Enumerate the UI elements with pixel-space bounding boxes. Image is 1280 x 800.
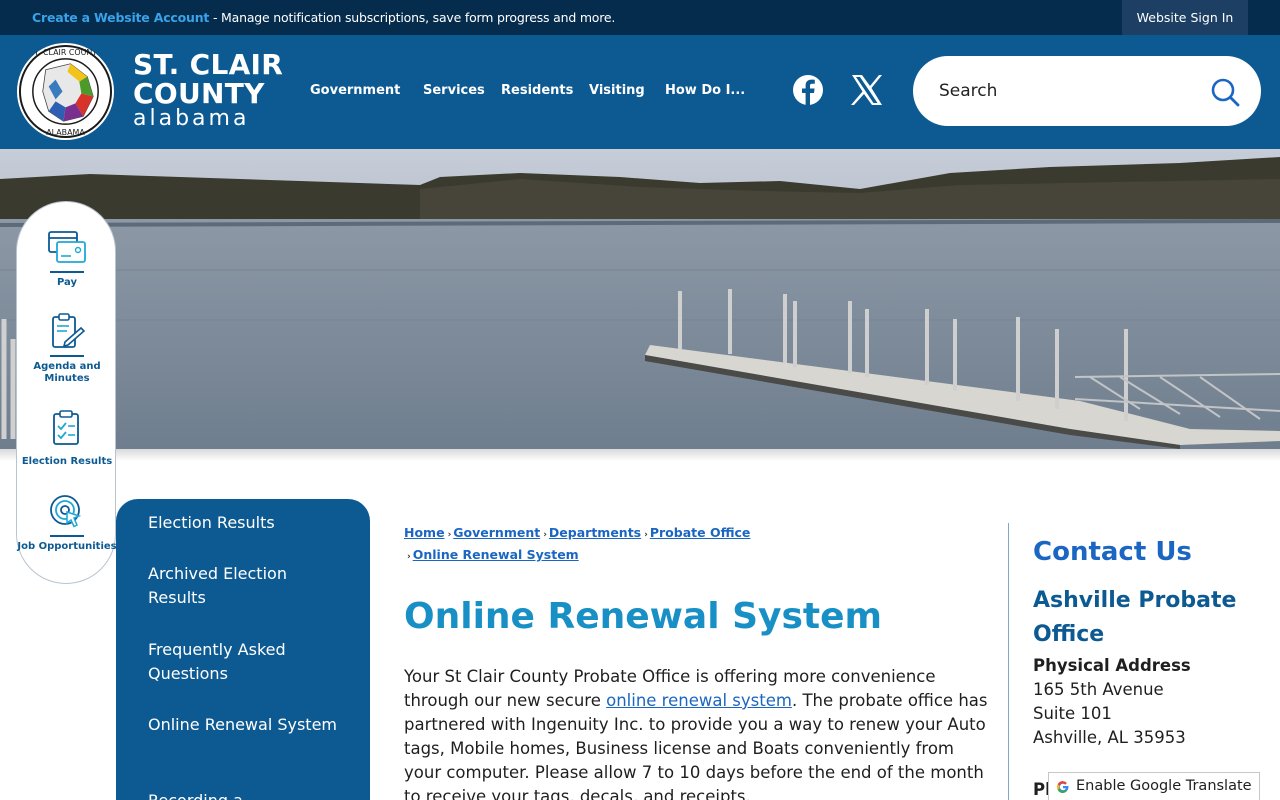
side-menu: Election Results Archived Election Resul…: [116, 499, 370, 800]
account-message: Create a Website Account - Manage notifi…: [32, 10, 615, 25]
facebook-icon[interactable]: [791, 73, 825, 107]
election-clipboard-icon: [53, 410, 79, 445]
x-twitter-icon[interactable]: [849, 73, 883, 107]
breadcrumb-separator: ›: [543, 530, 547, 540]
address-line-2: Suite 101: [1033, 704, 1112, 723]
quick-link-agenda-label: Agenda and Minutes: [33, 361, 101, 384]
nav-how-do-i[interactable]: How Do I...: [665, 83, 745, 98]
office-name: Ashville Probate Office: [1033, 588, 1237, 647]
create-account-link[interactable]: Create a Website Account: [32, 10, 209, 25]
online-renewal-link[interactable]: online renewal system: [606, 691, 792, 710]
quick-link-underline: [50, 355, 84, 357]
breadcrumb-separator: ›: [447, 530, 452, 540]
quick-links-panel: Pay Agenda and Minutes Election Results: [16, 201, 117, 584]
quick-link-job-opportunities[interactable]: Job Opportunities: [17, 492, 117, 553]
svg-text:ALABAMA: ALABAMA: [46, 128, 85, 137]
quick-link-underline: [50, 271, 84, 273]
nav-services[interactable]: Services: [423, 83, 485, 98]
logo-line-3: alabama: [133, 106, 250, 131]
contact-us-heading: Contact Us: [1033, 537, 1192, 567]
breadcrumb-departments[interactable]: Departments: [549, 525, 641, 540]
hero-shadow: [0, 449, 1280, 461]
google-icon: [1054, 778, 1072, 796]
logo-line-1: ST. CLAIR: [133, 48, 284, 81]
search-icon[interactable]: [1209, 76, 1241, 108]
address-line-1: 165 5th Avenue: [1033, 680, 1164, 699]
quick-link-pay[interactable]: Pay: [17, 228, 117, 289]
website-sign-in-button[interactable]: Website Sign In: [1122, 0, 1248, 35]
account-message-text: - Manage notification subscriptions, sav…: [209, 10, 616, 25]
agenda-clipboard-icon: [52, 313, 86, 348]
quick-link-election-label: Election Results: [21, 456, 113, 467]
side-menu-item-archived-election-results[interactable]: Archived Election Results: [148, 562, 348, 610]
side-menu-item-recording[interactable]: Recording a: [148, 789, 348, 800]
quick-link-underline: [50, 535, 84, 537]
payment-card-icon: [48, 231, 86, 263]
county-logo-text[interactable]: ST. CLAIR COUNTY alabama: [133, 48, 284, 131]
logo-line-2: COUNTY: [133, 77, 265, 110]
breadcrumb-probate-office[interactable]: Probate Office: [650, 525, 751, 540]
nav-residents[interactable]: Residents: [501, 83, 573, 98]
target-cursor-icon: [50, 495, 82, 528]
top-bar: Create a Website Account - Manage notifi…: [0, 0, 1280, 35]
quick-link-pay-label: Pay: [56, 277, 78, 288]
quick-link-agenda[interactable]: Agenda and Minutes: [17, 312, 117, 385]
breadcrumb-home[interactable]: Home: [404, 525, 445, 540]
side-menu-item-faq[interactable]: Frequently Asked Questions: [148, 638, 348, 686]
google-translate-button[interactable]: Enable Google Translate: [1048, 772, 1260, 800]
breadcrumb-separator: ›: [644, 530, 648, 540]
address-label: Physical Address: [1033, 656, 1191, 675]
nav-visiting[interactable]: Visiting: [589, 83, 645, 98]
hero-lake-image: [0, 149, 1280, 449]
nav-government[interactable]: Government: [310, 83, 400, 98]
side-menu-item-online-renewal[interactable]: Online Renewal System: [148, 713, 348, 737]
side-menu-item-election-results[interactable]: Election Results: [148, 511, 348, 535]
page-title: Online Renewal System: [404, 596, 883, 637]
quick-link-election-results[interactable]: Election Results: [17, 408, 117, 468]
breadcrumb-separator: ›: [407, 552, 411, 562]
breadcrumb: Home › Government › Departments › Probate Offi…: [404, 523, 750, 567]
county-seal-icon[interactable]: ST. CLAIR COUNTY ALABAMA: [16, 42, 115, 141]
search-bar: [913, 56, 1261, 126]
column-divider: [1008, 523, 1009, 800]
quick-link-jobs-label: Job Opportunities: [17, 541, 117, 552]
search-input[interactable]: [939, 78, 1199, 104]
site-header: ST. CLAIR COUNTY ALABAMA ST. CLAIR COUNT…: [0, 35, 1280, 149]
breadcrumb-government[interactable]: Government: [453, 525, 540, 540]
google-translate-label: Enable Google Translate: [1076, 778, 1252, 794]
svg-text:ST. CLAIR COUNTY: ST. CLAIR COUNTY: [29, 48, 102, 57]
address-line-3: Ashville, AL 35953: [1033, 728, 1186, 747]
breadcrumb-online-renewal[interactable]: Online Renewal System: [413, 547, 579, 562]
intro-paragraph: Your St Clair County Probate Office is o…: [404, 665, 989, 800]
